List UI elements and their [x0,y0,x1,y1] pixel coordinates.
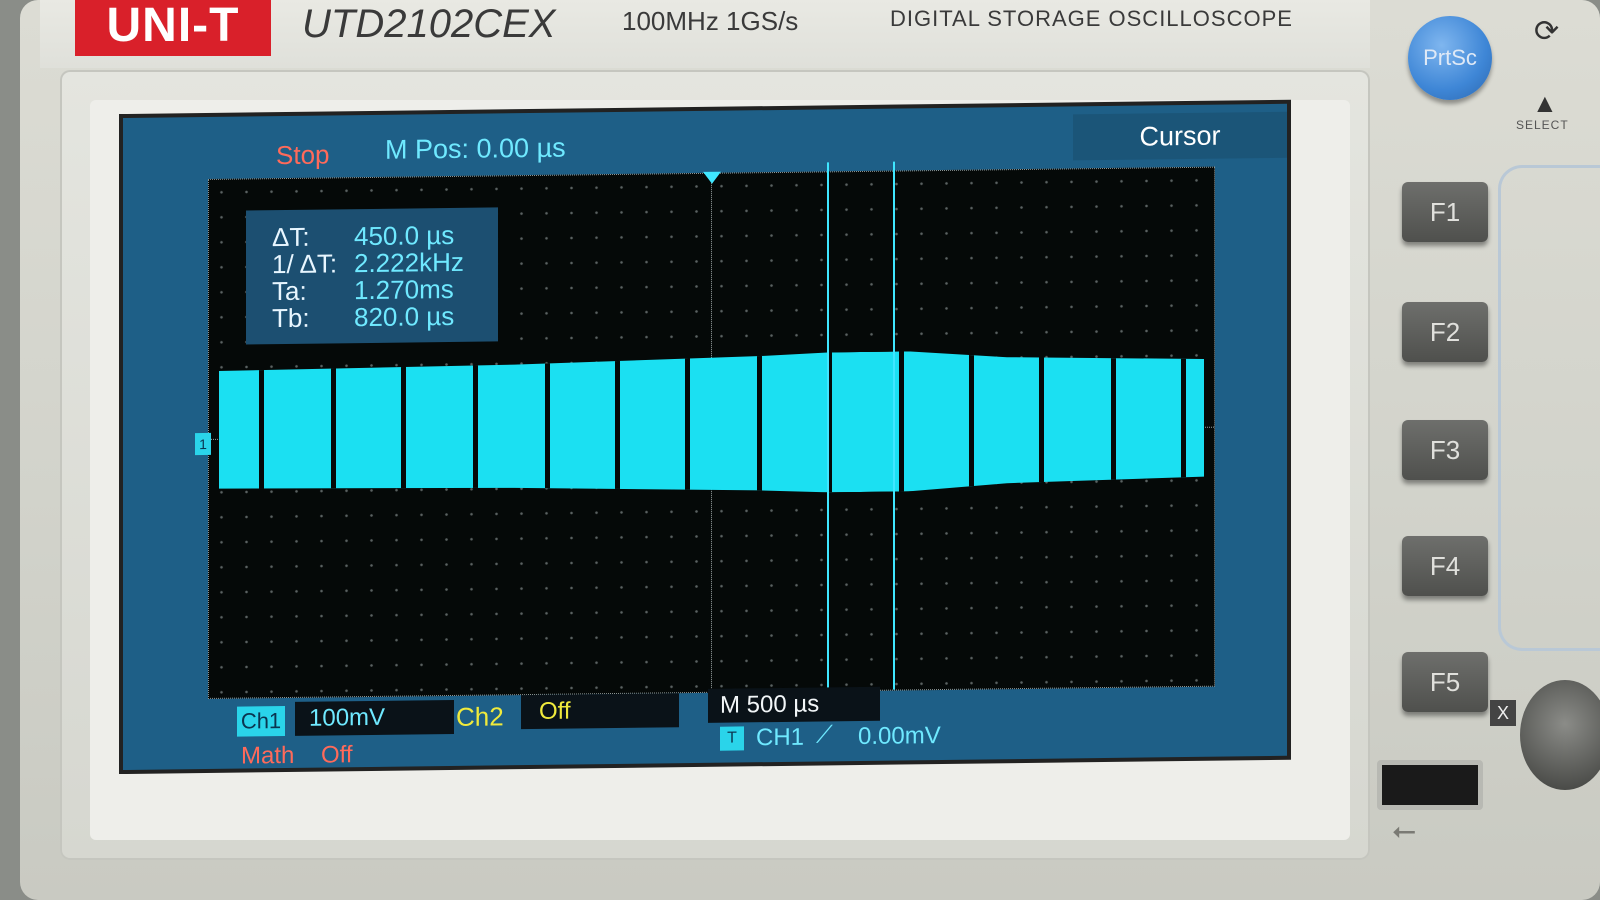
refresh-icon: ⟳ [1534,15,1560,48]
lcd-screen: Stop M Pos: 0.00 µs Cursor 1 ΔT: 450.0 µ… [123,103,1287,771]
f1-button[interactable]: F1 [1402,182,1488,242]
waveform-gap [401,358,406,498]
memory-position: M Pos: 0.00 µs [385,132,566,165]
waveform-gap [473,357,478,497]
math-state: Off [321,741,353,769]
cursor-readout-panel: ΔT: 450.0 µs 1/ ΔT: 2.222kHz Ta: 1.270ms Tb… [246,207,498,345]
tb-label: Tb: [272,302,310,334]
position-knob[interactable] [1520,680,1600,790]
f4-button[interactable]: F4 [1402,536,1488,596]
ch2-tag: Ch2 [456,701,504,732]
device-description: DIGITAL STORAGE OSCILLOSCOPE [890,6,1293,31]
usb-icon: ⭠ [1392,814,1416,847]
readout-tb: Tb: 820.0 µs [272,300,455,334]
readout-inverse-delta-t: 1/ ΔT: 2.222kHz [272,247,464,280]
f5-button[interactable]: F5 [1402,652,1488,712]
math-label: Math [241,741,295,770]
waveform-gap [331,358,336,498]
waveform-gap [757,353,762,493]
waveform-gap [615,355,620,495]
select-label: SELECT [1516,118,1569,132]
select-icon: ▲ [1532,88,1558,118]
f2-button[interactable]: F2 [1402,302,1488,362]
usb-port [1377,760,1483,810]
brand-logo: UNI-T [75,0,271,56]
ch1-ground-marker: 1 [195,432,211,456]
trigger-position-marker [703,171,721,184]
ch1-waveform [219,348,1204,500]
cursor-line-tb[interactable] [827,162,829,691]
waveform-gap [899,351,904,491]
waveform-gap [259,359,264,499]
inverse-delta-t-label: 1/ ΔT: [272,248,338,280]
ta-label: Ta: [272,275,307,307]
waveform-gap [685,354,690,494]
waveform-gap [1039,350,1044,490]
run-state-indicator: Stop [276,139,330,171]
readout-ta: Ta: 1.270ms [272,274,454,307]
menu-title-cursor: Cursor [1073,111,1287,161]
spec-label: 100MHz 1GS/s [622,6,799,36]
trigger-icon: T [720,726,744,751]
waveform-gap [1111,349,1116,489]
delta-t-label: ΔT: [272,221,310,253]
tb-value: 820.0 µs [354,300,455,333]
ch2-state: Off [521,693,679,730]
trigger-level: 0.00mV [858,722,941,751]
ch1-scale: 100mV [295,699,454,736]
model-label: UTD2102CEX [302,2,556,46]
waveform-gap [1181,348,1186,488]
vertical-control-panel [1498,165,1600,651]
ch1-tag: Ch1 [237,706,285,737]
print-screen-button[interactable]: PrtSc [1408,16,1492,100]
trigger-source: CH1 [756,723,805,752]
rising-edge-icon: ⟋ [816,721,833,749]
x-channel-label: X [1490,700,1516,726]
waveform-gap [969,351,974,491]
f3-button[interactable]: F3 [1402,420,1488,480]
cursor-line-ta[interactable] [893,161,895,690]
waveform-gap [545,356,550,496]
timebase: M 500 µs [708,686,880,723]
readout-delta-t: ΔT: 450.0 µs [272,220,454,253]
